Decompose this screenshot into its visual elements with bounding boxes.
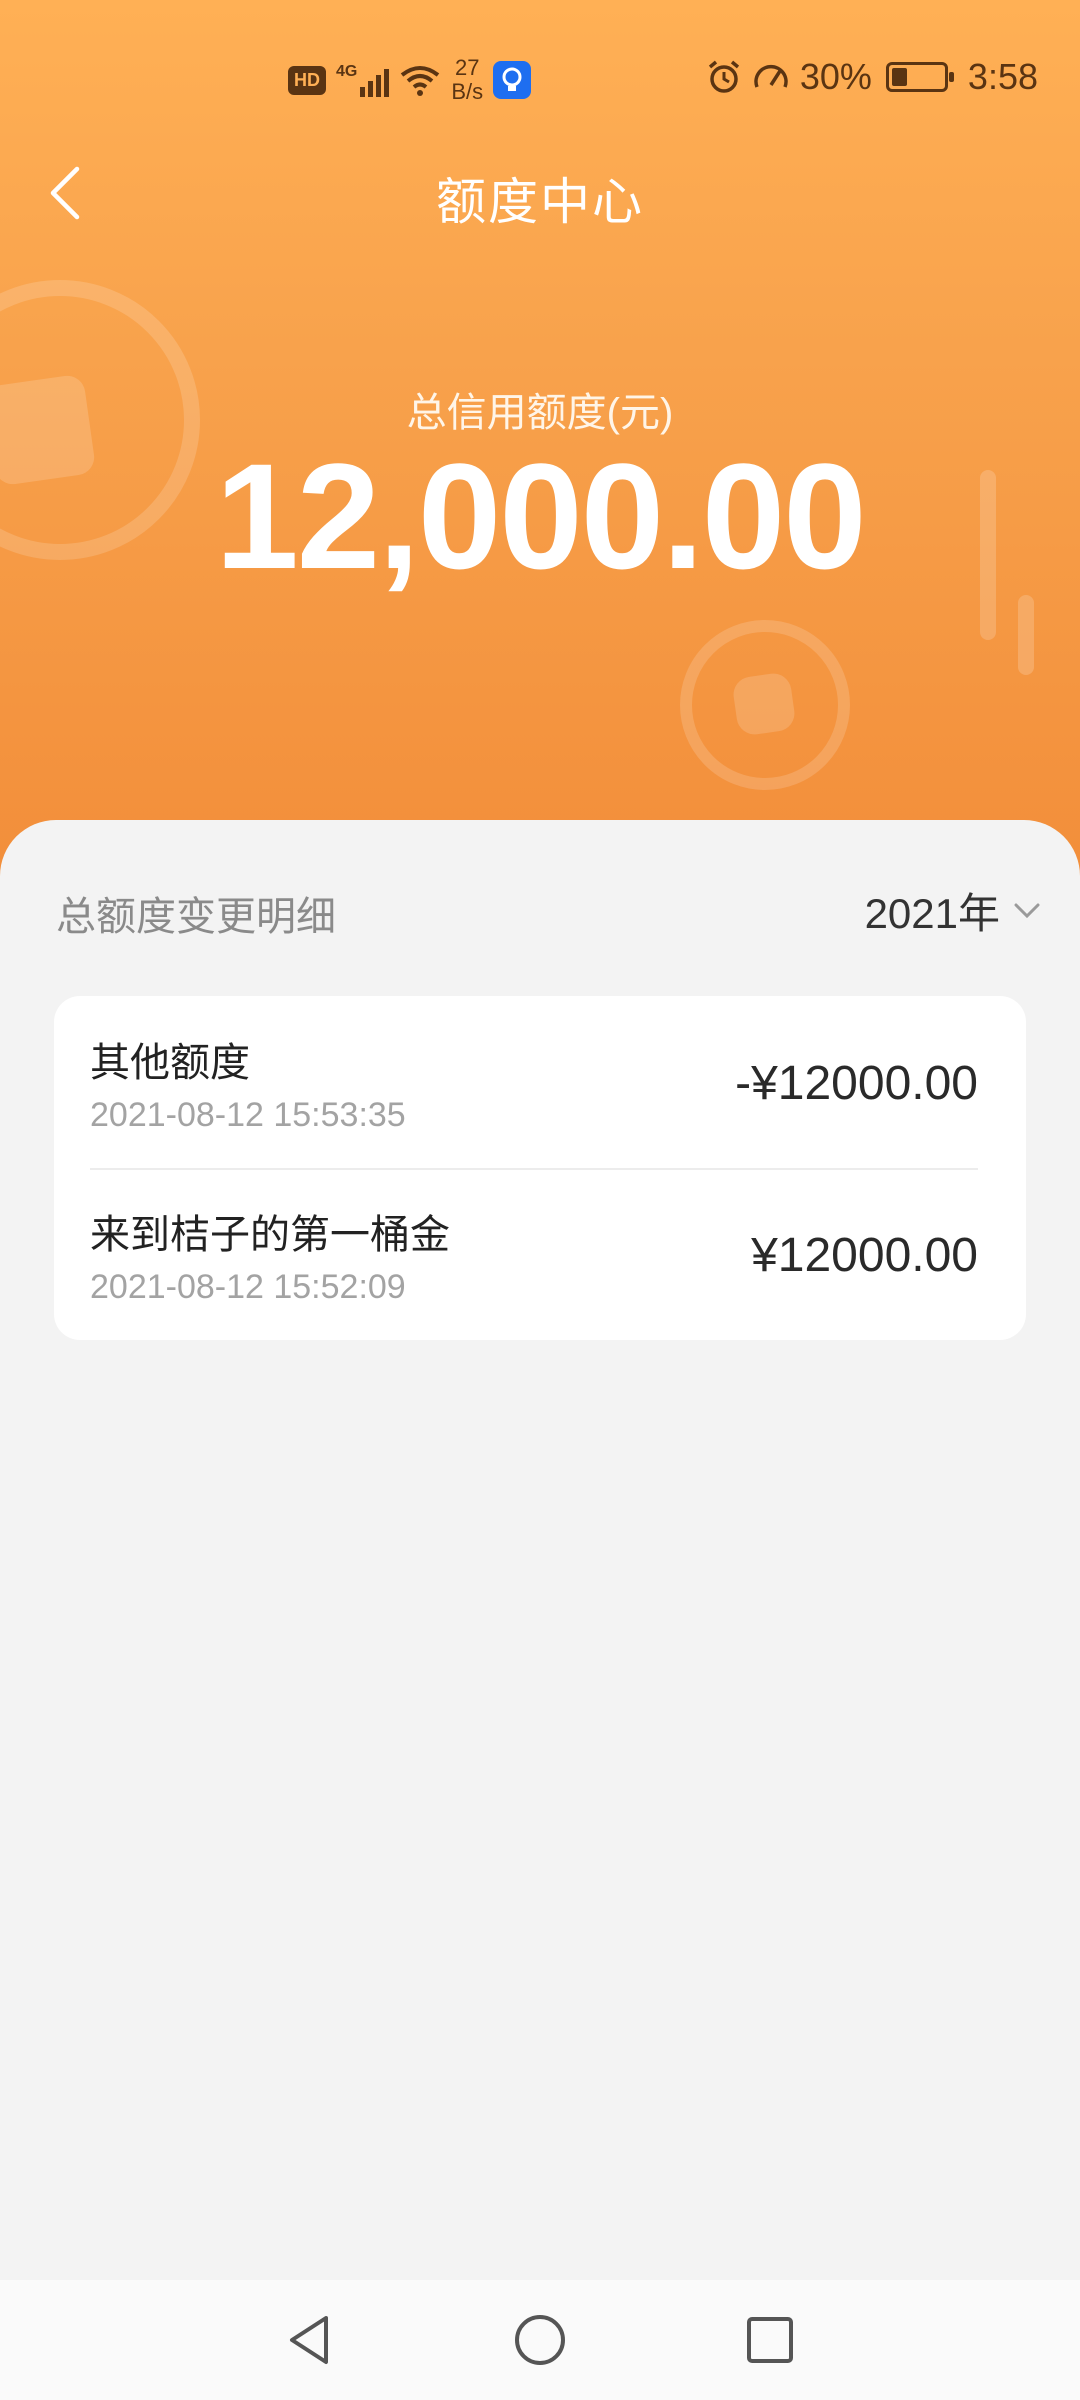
- list-item[interactable]: 其他额度 2021-08-12 15:53:35 -¥12000.00: [54, 996, 1026, 1168]
- year-label: 2021年: [864, 890, 1000, 937]
- net-speed: 27 B/s: [451, 56, 483, 104]
- circle-home-icon: [515, 2315, 565, 2365]
- signal-type-label: 4G: [336, 63, 358, 80]
- net-speed-unit: B/s: [451, 79, 484, 104]
- status-left: HD 4G 27 B/s: [288, 56, 532, 104]
- section-title: 总额度变更明细: [56, 895, 336, 939]
- triangle-back-icon: [290, 2316, 328, 2364]
- record-name: 其他额度: [90, 1041, 250, 1085]
- battery-fill: [891, 68, 907, 86]
- record-time: 2021-08-12 15:52:09: [90, 1268, 406, 1306]
- signal-icon: 4G: [336, 63, 390, 97]
- app-notification-icon: [493, 61, 532, 99]
- list-item[interactable]: 来到桔子的第一桶金 2021-08-12 15:52:09 ¥12000.00: [54, 1168, 1026, 1340]
- net-speed-value: 27: [455, 55, 480, 80]
- nav-bar: 额度中心: [0, 140, 1080, 240]
- system-home-button[interactable]: [500, 2300, 580, 2380]
- chevron-down-icon: [1014, 903, 1040, 918]
- status-time: 3:58: [967, 56, 1038, 97]
- square-recents-icon: [747, 2317, 793, 2363]
- hero-banner: HD 4G 27 B/s 30% 3:58 额度中心 总信用额度(元) 12,0…: [0, 0, 1080, 880]
- battery-icon: [885, 62, 954, 92]
- system-back-button[interactable]: [270, 2300, 350, 2380]
- record-time: 2021-08-12 15:53:35: [90, 1096, 406, 1134]
- record-name: 来到桔子的第一桶金: [90, 1213, 450, 1257]
- alarm-icon: [708, 60, 739, 93]
- battery-percent: 30%: [799, 56, 872, 97]
- decor-bar-2: [1018, 595, 1034, 675]
- records-list: 其他额度 2021-08-12 15:53:35 -¥12000.00 来到桔子…: [54, 996, 1026, 1340]
- system-navigation-bar: [0, 2280, 1080, 2400]
- year-selector[interactable]: 2021年: [865, 880, 1040, 941]
- wifi-icon: [401, 66, 440, 96]
- credit-amount: 12,000.00: [215, 432, 866, 600]
- status-bar: HD 4G 27 B/s 30% 3:58: [0, 0, 1080, 160]
- status-right: 30% 3:58: [706, 56, 1038, 98]
- record-amount: ¥12000.00: [751, 1229, 978, 1282]
- record-amount: -¥12000.00: [735, 1057, 978, 1110]
- system-recents-button[interactable]: [730, 2300, 810, 2380]
- hd-badge: HD: [288, 65, 326, 95]
- detail-sheet: 总额度变更明细 2021年 其他额度 2021-08-12 15:53:35 -…: [0, 820, 1080, 2280]
- decor-square-right: [731, 671, 797, 737]
- page-title: 额度中心: [436, 174, 644, 230]
- speedometer-icon: [754, 64, 788, 88]
